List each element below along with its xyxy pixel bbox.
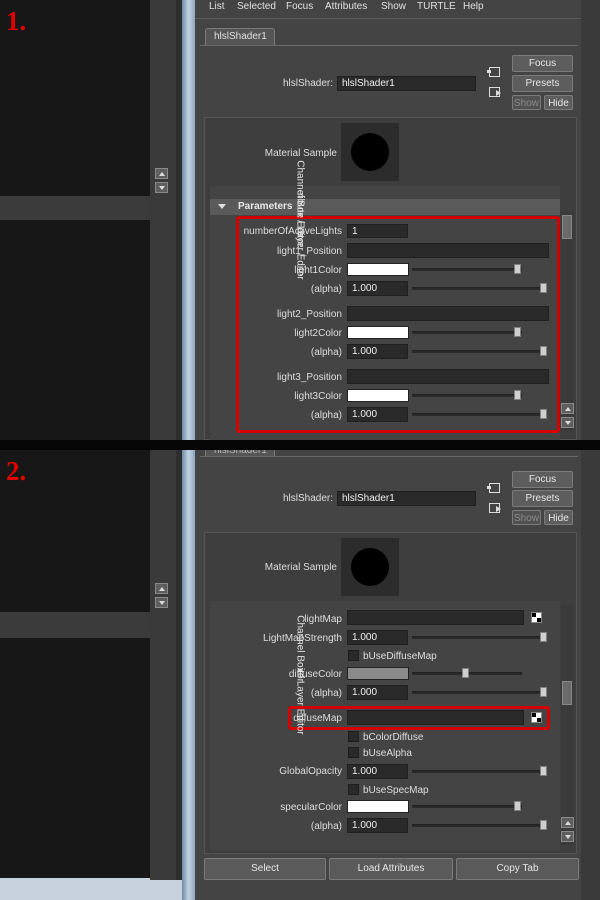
step-label-2: 2.	[6, 456, 27, 486]
specular-color-slider[interactable]	[412, 805, 522, 808]
tab-hlslshader1[interactable]: hlslShader1	[205, 28, 275, 45]
buse-alpha-checkbox[interactable]	[348, 747, 359, 758]
parameters-scrollbar[interactable]	[561, 605, 573, 845]
specular-alpha-slider[interactable]	[412, 824, 546, 827]
show-button[interactable]: Show	[512, 95, 541, 110]
buse-diffuse-map-checkbox[interactable]	[348, 650, 359, 661]
shader-label: hlslShader:	[282, 78, 333, 89]
scroll-up-button[interactable]	[155, 168, 168, 179]
param-scroll-up[interactable]	[561, 403, 574, 414]
parameters-title: Parameters	[238, 201, 293, 212]
material-sample-preview	[341, 538, 399, 596]
highlight-box-lights	[236, 216, 560, 433]
lightmap-strength-slider-thumb[interactable]	[540, 632, 547, 642]
parameters-scrollbar[interactable]	[561, 212, 573, 430]
show-button[interactable]: Show	[512, 510, 541, 525]
input-connection-icon[interactable]	[487, 483, 500, 493]
hide-button[interactable]: Hide	[544, 510, 573, 525]
menu-help[interactable]: Help	[463, 1, 484, 12]
scroll-down-button[interactable]	[155, 597, 168, 608]
specular-color-slider-thumb[interactable]	[514, 801, 521, 811]
highlight-box-diffuse-map	[288, 706, 550, 730]
lightmap-checker-icon[interactable]	[531, 612, 542, 623]
diffuse-color-swatch[interactable]	[347, 667, 409, 680]
shader-name-field[interactable]: hlslShader1	[337, 491, 476, 506]
diffuse-color-label: diffuseColor	[288, 669, 342, 680]
buse-spec-map-label: bUseSpecMap	[363, 785, 429, 796]
buse-alpha-label: bUseAlpha	[363, 748, 412, 759]
global-opacity-slider[interactable]	[412, 770, 546, 773]
presets-button[interactable]: Presets	[512, 490, 573, 507]
menu-list[interactable]: List	[209, 1, 225, 12]
bcolor-diffuse-checkbox[interactable]	[348, 731, 359, 742]
scrollbar-thumb[interactable]	[562, 215, 572, 239]
specular-alpha-slider-thumb[interactable]	[540, 820, 547, 830]
screenshot-divider	[0, 440, 600, 450]
scroll-up-button[interactable]	[155, 583, 168, 594]
copy-tab-button[interactable]: Copy Tab	[456, 858, 579, 880]
diffuse-alpha-slider[interactable]	[412, 691, 546, 694]
menu-selected[interactable]: Selected	[237, 1, 276, 12]
param-scroll-down[interactable]	[561, 417, 574, 428]
diffuse-alpha-field[interactable]: 1.000	[347, 685, 408, 700]
output-connection-icon[interactable]	[489, 503, 501, 513]
screenshot-step-2: hlslShader1 hlslShader: hlslShader1 Focu…	[0, 450, 600, 900]
material-sample-label: Material Sample	[264, 148, 337, 159]
menu-turtle[interactable]: TURTLE	[417, 1, 456, 12]
lightmap-strength-field[interactable]: 1.000	[347, 630, 408, 645]
viewport-separator	[0, 196, 170, 220]
menu-focus[interactable]: Focus	[286, 1, 313, 12]
lightmap-strength-label: LightMapStrength	[263, 633, 342, 644]
material-sample-preview	[341, 123, 399, 181]
specular-alpha-field[interactable]: 1.000	[347, 818, 408, 833]
specular-color-label: specularColor	[280, 802, 342, 813]
lightmap-strength-slider[interactable]	[412, 636, 546, 639]
viewport-lower	[0, 220, 170, 440]
bcolor-diffuse-label: bColorDiffuse	[363, 732, 424, 743]
shader-label: hlslShader:	[282, 493, 333, 504]
param-scroll-down[interactable]	[561, 831, 574, 842]
buse-spec-map-checkbox[interactable]	[348, 784, 359, 795]
parameters-header[interactable]: Parameters	[210, 199, 560, 215]
output-connection-icon[interactable]	[489, 87, 501, 97]
presets-button[interactable]: Presets	[512, 75, 573, 92]
specular-color-swatch[interactable]	[347, 800, 409, 813]
viewport-lower	[0, 638, 170, 878]
buse-diffuse-map-label: bUseDiffuseMap	[363, 651, 437, 662]
window-border	[182, 450, 195, 900]
window-border	[182, 0, 195, 440]
viewport-separator	[0, 612, 170, 638]
material-sample-label: Material Sample	[264, 562, 337, 573]
menu-show[interactable]: Show	[381, 1, 406, 12]
diffuse-alpha-slider-thumb[interactable]	[540, 687, 547, 697]
param-scroll-up[interactable]	[561, 817, 574, 828]
diffuse-color-slider-thumb[interactable]	[462, 668, 469, 678]
global-opacity-field[interactable]: 1.000	[347, 764, 408, 779]
lightmap-field[interactable]	[347, 610, 524, 625]
lightmap-label: lightMap	[304, 614, 342, 625]
collapse-triangle-icon	[218, 204, 226, 209]
screenshot-step-1: List Selected Focus Attributes Show TURT…	[0, 0, 600, 440]
load-attributes-button[interactable]: Load Attributes	[329, 858, 453, 880]
scroll-column	[150, 0, 176, 440]
scrollbar-thumb[interactable]	[562, 681, 572, 705]
focus-button[interactable]: Focus	[512, 55, 573, 72]
hide-button[interactable]: Hide	[544, 95, 573, 110]
step-label-1: 1.	[6, 6, 27, 36]
diffuse-alpha-label: (alpha)	[310, 688, 342, 699]
global-opacity-slider-thumb[interactable]	[540, 766, 547, 776]
specular-alpha-label: (alpha)	[310, 821, 342, 832]
input-connection-icon[interactable]	[487, 67, 500, 77]
select-button[interactable]: Select	[204, 858, 326, 880]
shader-name-field[interactable]: hlslShader1	[337, 76, 476, 91]
scroll-column	[150, 450, 176, 880]
scroll-down-button[interactable]	[155, 182, 168, 193]
menu-attributes[interactable]: Attributes	[325, 1, 367, 12]
global-opacity-label: GlobalOpacity	[279, 766, 342, 777]
focus-button[interactable]: Focus	[512, 471, 573, 488]
